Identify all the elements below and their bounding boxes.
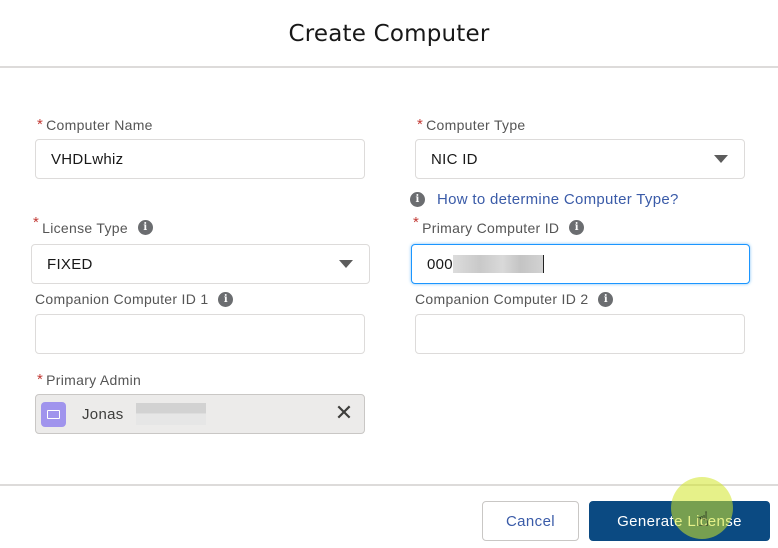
info-icon[interactable]: i bbox=[569, 220, 585, 235]
computer-type-select[interactable]: NIC ID bbox=[415, 139, 745, 179]
license-type-label: * License Type i bbox=[33, 214, 153, 236]
required-marker: * bbox=[37, 371, 44, 388]
computer-type-help-link[interactable]: i How to determine Computer Type? bbox=[410, 191, 679, 208]
dialog-title: Create Computer bbox=[288, 21, 490, 47]
computer-name-label: * Computer Name bbox=[37, 116, 153, 133]
required-marker: * bbox=[37, 116, 44, 133]
text-cursor bbox=[542, 255, 544, 273]
license-type-select[interactable]: FIXED bbox=[31, 244, 370, 284]
companion-computer-id-2-input[interactable] bbox=[415, 314, 745, 354]
companion-computer-id-2-label: Companion Computer ID 2 i bbox=[415, 291, 614, 307]
primary-admin-name: Jonas bbox=[82, 405, 124, 423]
required-marker: * bbox=[417, 116, 424, 133]
contact-icon bbox=[41, 401, 66, 427]
cancel-button[interactable]: Cancel bbox=[482, 501, 579, 541]
dialog-header: Create Computer bbox=[0, 0, 778, 68]
companion-computer-id-1-label: Companion Computer ID 1 i bbox=[35, 291, 234, 307]
computer-name-input[interactable]: VHDLwhiz bbox=[35, 139, 365, 179]
chevron-down-icon bbox=[714, 155, 728, 163]
info-icon[interactable]: i bbox=[598, 291, 614, 307]
info-icon[interactable]: i bbox=[218, 291, 234, 307]
primary-computer-id-input[interactable]: 000 bbox=[411, 244, 750, 284]
required-marker: * bbox=[33, 214, 40, 231]
required-marker: * bbox=[413, 214, 420, 231]
close-icon[interactable]: ✕ bbox=[334, 403, 354, 425]
generate-license-button[interactable]: Generate License bbox=[589, 501, 770, 541]
chevron-down-icon bbox=[339, 260, 353, 268]
computer-type-label: * Computer Type bbox=[417, 116, 526, 133]
companion-computer-id-1-input[interactable] bbox=[35, 314, 365, 354]
info-icon[interactable]: i bbox=[137, 220, 153, 235]
primary-admin-lookup[interactable]: Jonas ✕ bbox=[35, 394, 365, 434]
redacted-value bbox=[452, 255, 543, 273]
redacted-value bbox=[135, 403, 206, 425]
primary-admin-label: * Primary Admin bbox=[37, 371, 142, 388]
info-icon: i bbox=[410, 192, 425, 207]
primary-computer-id-label: * Primary Computer ID i bbox=[413, 214, 585, 236]
